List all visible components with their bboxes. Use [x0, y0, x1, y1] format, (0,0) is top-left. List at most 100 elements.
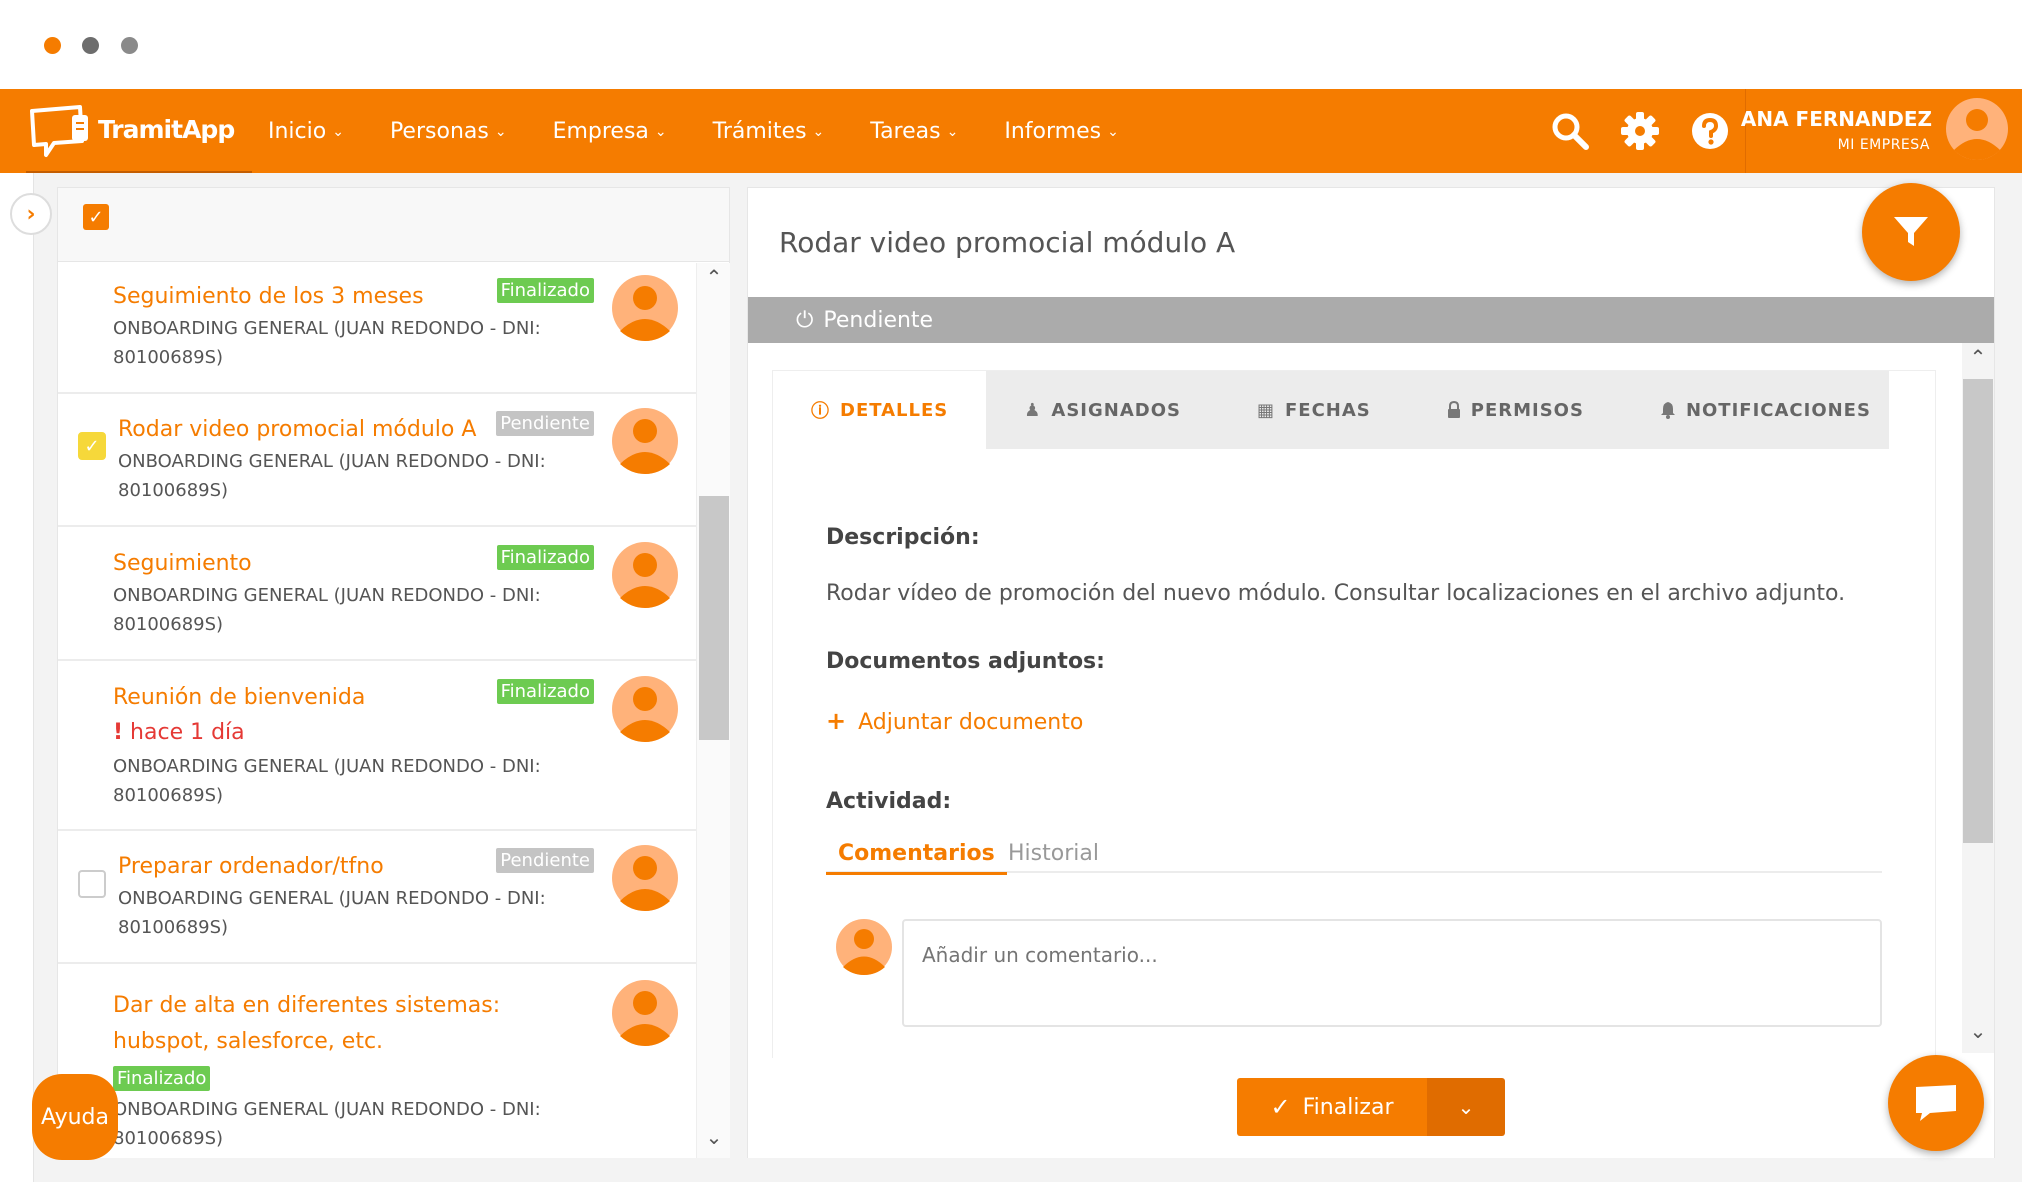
- window-maximize-dot[interactable]: [121, 37, 138, 54]
- status-badge: Pendiente: [496, 848, 594, 873]
- gear-icon[interactable]: [1618, 109, 1662, 153]
- main-menu: Inicio ⌄ Personas ⌄ Empresa ⌄ Trámites ⌄ Tar…: [268, 89, 1165, 173]
- alert-icon: !: [113, 720, 124, 745]
- chevron-down-icon: ⌄: [946, 124, 959, 140]
- power-icon: ⏻: [796, 307, 814, 333]
- tab-label: PERMISOS: [1470, 399, 1584, 421]
- chevron-down-icon: ⌄: [332, 124, 344, 140]
- menu-item-tareas[interactable]: Tareas ⌄: [870, 119, 958, 144]
- overdue-indicator: ! hace 1 día: [113, 720, 245, 745]
- task-meta: ONBOARDING GENERAL (JUAN REDONDO - DNI: …: [118, 451, 546, 501]
- task-list-item[interactable]: Seguimiento de los 3 meses Finalizado ON…: [58, 263, 696, 394]
- task-title[interactable]: Preparar ordenador/tfno: [118, 854, 384, 879]
- menu-label: Tareas: [870, 118, 941, 144]
- logo-chat-icon: [30, 105, 88, 157]
- filter-icon: [1894, 217, 1928, 246]
- assignee-avatar: [612, 542, 678, 608]
- finalize-label: Finalizar: [1302, 1094, 1394, 1120]
- bell-icon: [1660, 402, 1675, 419]
- attach-link-label: Adjuntar documento: [858, 710, 1084, 735]
- chat-button[interactable]: [1888, 1055, 1984, 1151]
- attach-document-link[interactable]: + Adjuntar documento: [826, 707, 1083, 735]
- task-list-header: ✓: [58, 188, 729, 262]
- task-title[interactable]: Reunión de bienvenida: [113, 685, 365, 710]
- attachments-label: Documentos adjuntos:: [826, 649, 1105, 674]
- menu-label: Inicio: [268, 118, 327, 144]
- menu-item-empresa[interactable]: Empresa ⌄: [553, 119, 667, 144]
- calendar-icon: ▦: [1256, 399, 1275, 421]
- tramitapp-logo[interactable]: TramitApp: [28, 101, 250, 161]
- search-icon[interactable]: [1548, 109, 1592, 153]
- task-status-text: Pendiente: [823, 307, 934, 333]
- chevron-down-icon: ⌄: [1457, 1095, 1475, 1119]
- status-badge: Finalizado: [113, 1066, 211, 1091]
- chevron-down-icon[interactable]: ⌄: [697, 1125, 731, 1149]
- task-detail-title: Rodar video promocial módulo A: [779, 226, 1236, 259]
- task-title[interactable]: Seguimiento de los 3 meses: [113, 284, 424, 309]
- user-company: MI EMPRESA: [1837, 137, 1930, 153]
- overdue-text: hace 1 día: [130, 720, 245, 745]
- tab-label: ASIGNADOS: [1051, 399, 1181, 421]
- help-button[interactable]: Ayuda: [32, 1074, 118, 1160]
- task-checkbox[interactable]: ✓: [78, 432, 106, 460]
- user-avatar[interactable]: [1946, 98, 2008, 160]
- users-icon: ♟: [1024, 399, 1042, 421]
- description-text: Rodar vídeo de promoción del nuevo módul…: [826, 581, 1846, 606]
- chat-icon: [1916, 1085, 1956, 1121]
- task-title[interactable]: Rodar video promocial módulo A: [118, 417, 476, 442]
- chevron-down-icon[interactable]: ⌄: [1962, 1019, 1994, 1043]
- chevron-up-icon[interactable]: ⌃: [697, 265, 731, 289]
- task-status-bar: ⏻ Pendiente: [748, 297, 1994, 343]
- expand-sidebar-button[interactable]: ›: [10, 193, 52, 235]
- task-list-item[interactable]: Seguimiento Finalizado ONBOARDING GENERA…: [58, 529, 696, 661]
- tab-permisos[interactable]: PERMISOS: [1409, 371, 1622, 449]
- scrollbar-thumb[interactable]: [1963, 379, 1993, 843]
- task-title[interactable]: Seguimiento: [113, 551, 252, 576]
- select-all-checkbox[interactable]: ✓: [83, 204, 109, 230]
- info-icon: ⓘ: [811, 401, 830, 422]
- window-close-dot[interactable]: [44, 37, 61, 54]
- filter-button[interactable]: [1862, 183, 1960, 281]
- tab-detalles[interactable]: ⓘ DETALLES: [773, 371, 987, 449]
- task-list-item[interactable]: Dar de alta en diferentes sistemas: hubs…: [58, 966, 696, 1158]
- chevron-down-icon: ⌄: [494, 124, 507, 140]
- top-navbar: TramitApp Inicio ⌄ Personas ⌄ Empresa ⌄ Trá…: [0, 89, 2022, 174]
- chevron-right-icon: ›: [26, 201, 36, 227]
- menu-item-informes[interactable]: Informes ⌄: [1004, 119, 1118, 144]
- activity-tabs: Comentarios Historial: [826, 841, 1882, 875]
- user-name[interactable]: ANA FERNANDEZ: [1741, 107, 1932, 131]
- status-badge: Finalizado: [496, 545, 594, 570]
- task-list-item[interactable]: ✓ Rodar video promocial módulo A Pendien…: [58, 396, 696, 527]
- menu-item-tramites[interactable]: Trámites ⌄: [713, 119, 825, 144]
- finalize-button[interactable]: ✓ Finalizar: [1237, 1078, 1427, 1136]
- tab-fechas[interactable]: ▦ FECHAS: [1219, 371, 1409, 449]
- task-meta: ONBOARDING GENERAL (JUAN REDONDO - DNI: …: [118, 888, 546, 938]
- tab-notificaciones[interactable]: NOTIFICACIONES: [1622, 371, 1909, 449]
- comment-input[interactable]: [902, 919, 1882, 1027]
- task-meta: ONBOARDING GENERAL (JUAN REDONDO - DNI: …: [113, 1099, 541, 1149]
- detail-scrollbar[interactable]: ⌃ ⌄: [1962, 343, 1994, 1053]
- assignee-avatar: [612, 275, 678, 341]
- tab-historial[interactable]: Historial: [1008, 841, 1099, 875]
- comment-user-avatar: [836, 919, 892, 975]
- menu-item-inicio[interactable]: Inicio ⌄: [268, 119, 344, 144]
- menu-label: Empresa: [552, 118, 649, 144]
- help-icon[interactable]: [1688, 109, 1732, 153]
- scrollbar-thumb[interactable]: [699, 496, 729, 740]
- menu-item-personas[interactable]: Personas ⌄: [390, 119, 507, 144]
- tab-asignados[interactable]: ♟ ASIGNADOS: [986, 371, 1219, 449]
- tab-comentarios[interactable]: Comentarios: [826, 841, 1007, 875]
- window-minimize-dot[interactable]: [82, 37, 99, 54]
- left-collapsed-sidebar: [0, 173, 34, 1182]
- assignee-avatar: [612, 980, 678, 1046]
- task-title[interactable]: Dar de alta en diferentes sistemas: hubs…: [113, 988, 533, 1060]
- task-meta: ONBOARDING GENERAL (JUAN REDONDO - DNI: …: [113, 585, 541, 635]
- task-list-scrollbar[interactable]: ⌃ ⌄: [696, 263, 730, 1158]
- chevron-up-icon[interactable]: ⌃: [1962, 345, 1994, 369]
- task-list-item[interactable]: Reunión de bienvenida Finalizado ! hace …: [58, 663, 696, 831]
- task-list-item[interactable]: Preparar ordenador/tfno Pendiente ONBOAR…: [58, 833, 696, 964]
- finalize-dropdown-button[interactable]: ⌄: [1427, 1078, 1505, 1136]
- tab-label: NOTIFICACIONES: [1685, 399, 1871, 421]
- task-checkbox[interactable]: [78, 870, 106, 898]
- plus-icon: +: [826, 707, 847, 735]
